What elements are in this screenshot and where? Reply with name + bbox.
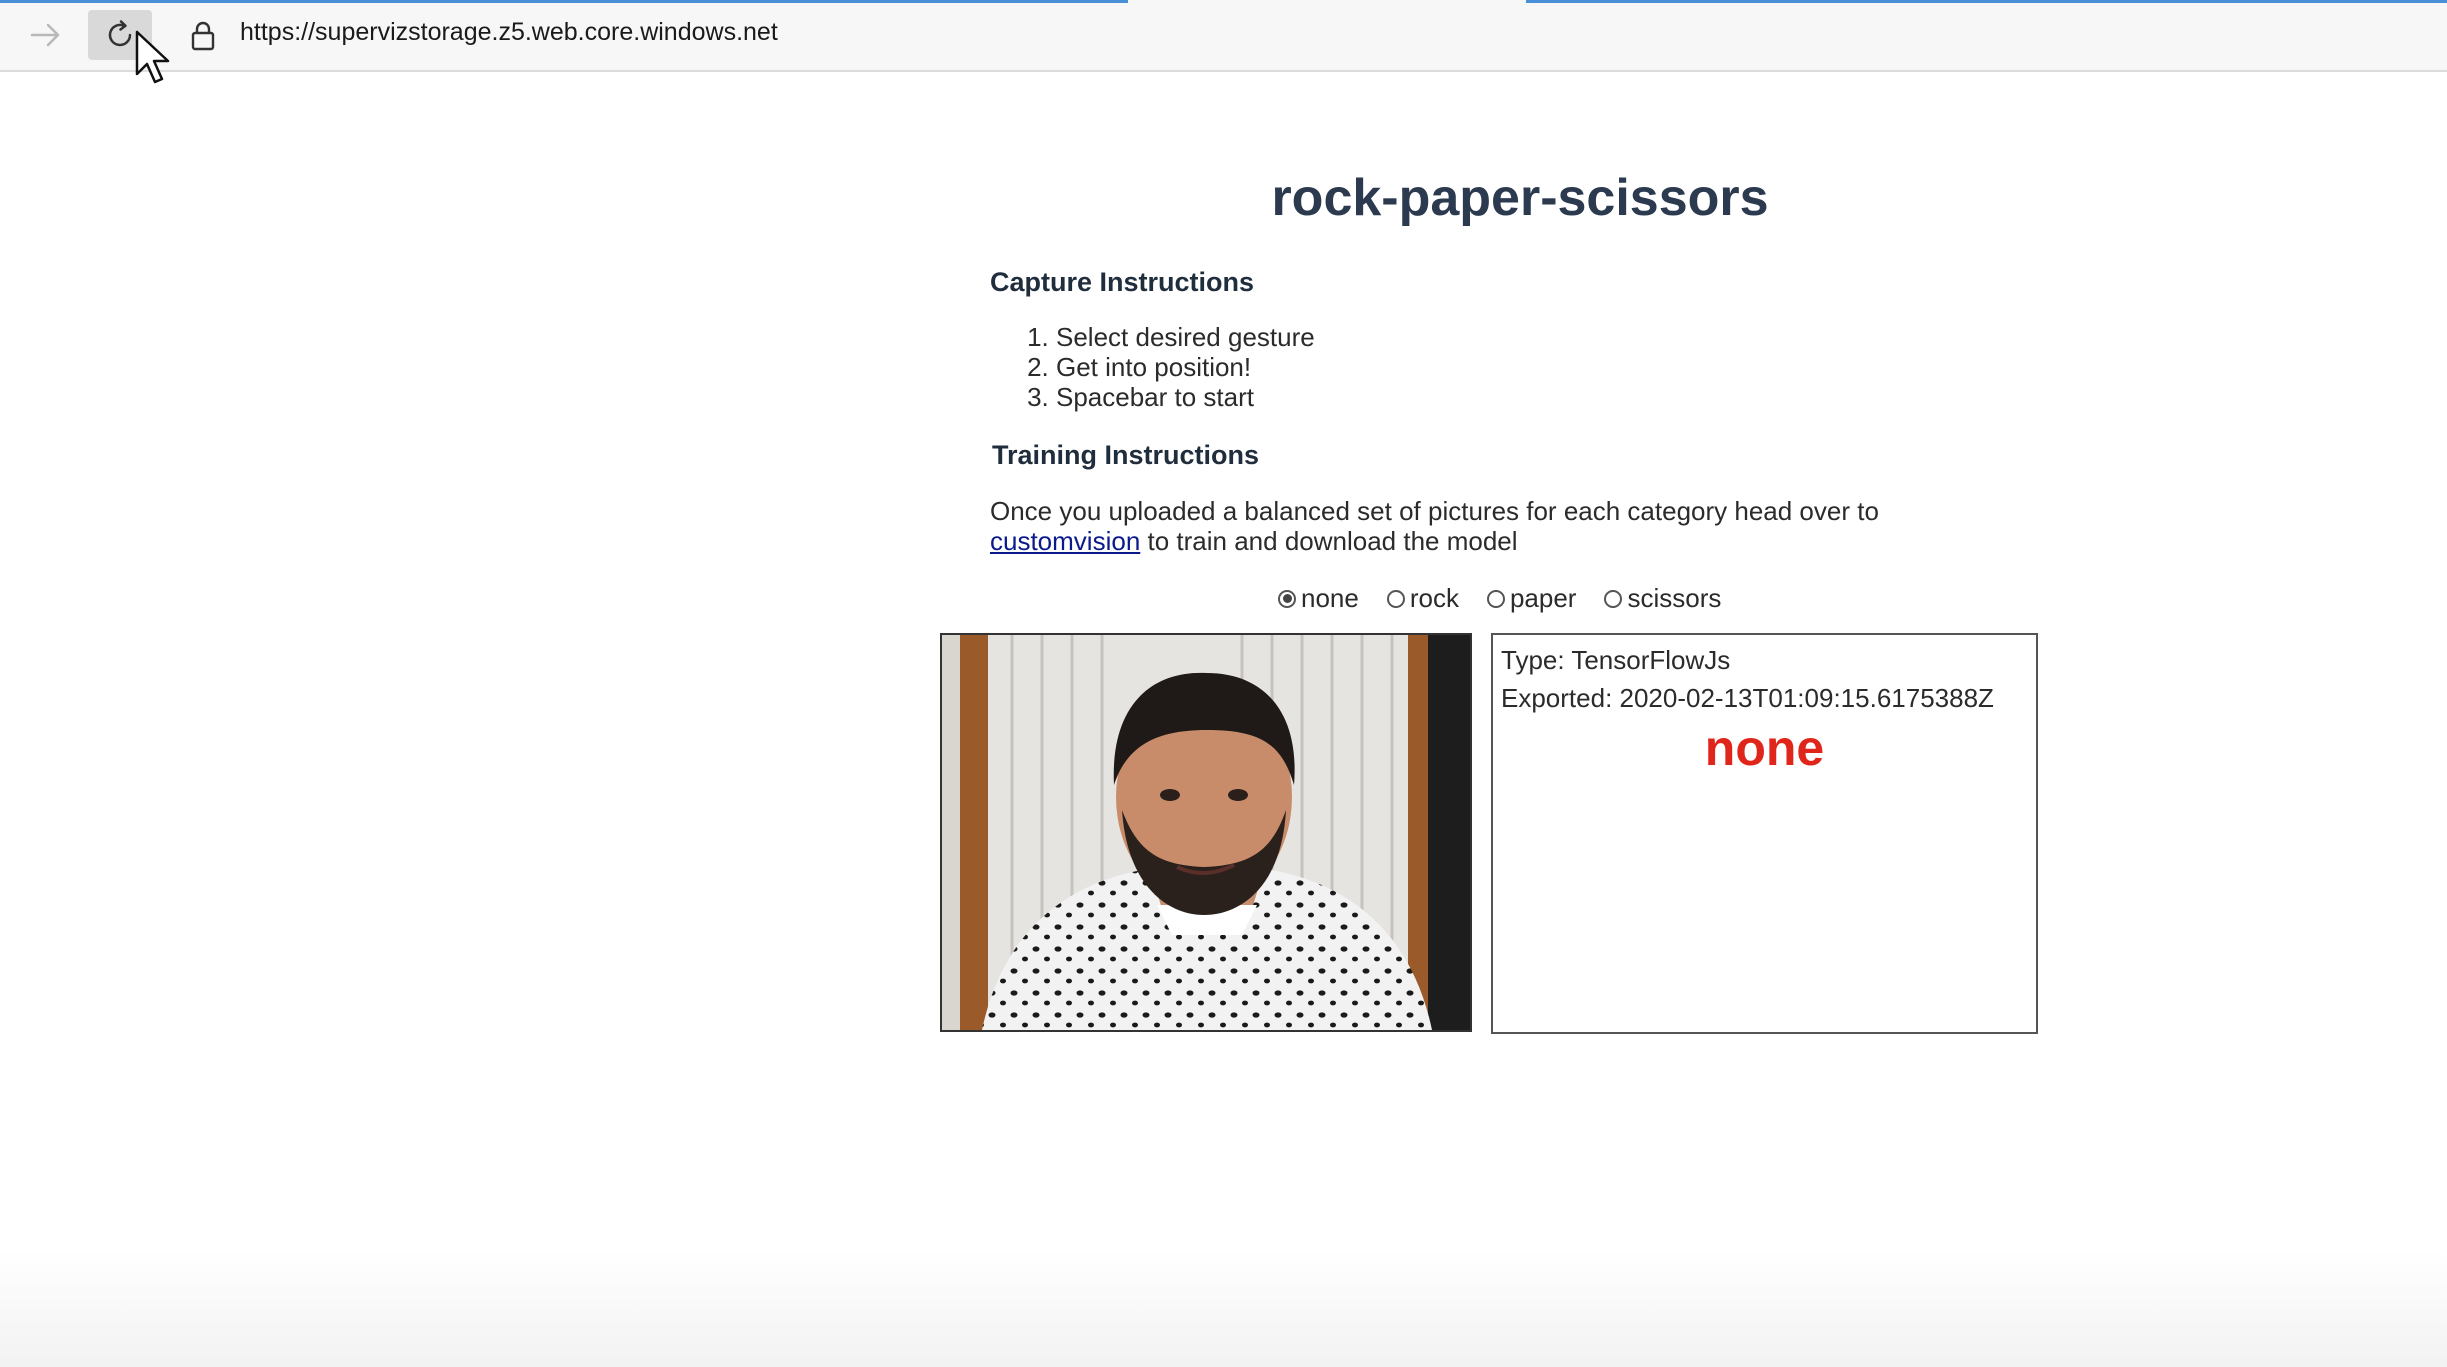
page-bottom-fade — [0, 1250, 2447, 1367]
gesture-option-paper[interactable]: paper — [1486, 583, 1577, 614]
page-title: rock-paper-scissors — [1271, 169, 1769, 227]
gesture-option-rock[interactable]: rock — [1386, 583, 1459, 614]
webcam-video-feed — [940, 633, 1472, 1032]
capture-instructions-heading: Capture Instructions — [990, 267, 1255, 297]
gesture-option-label: scissors — [1627, 583, 1722, 613]
page-load-progress-right — [1526, 0, 2447, 3]
radio-button[interactable] — [1604, 589, 1623, 608]
model-exported-date: Exported: 2020-02-13T01:09:15.6175388Z — [1501, 683, 1994, 713]
capture-steps-list: Select desired gesture Get into position… — [990, 322, 1315, 412]
radio-button[interactable] — [1386, 589, 1405, 608]
address-bar-url[interactable]: https://supervizstorage.z5.web.core.wind… — [240, 18, 778, 47]
lock-icon — [191, 21, 215, 51]
gesture-option-scissors[interactable]: scissors — [1604, 583, 1721, 614]
capture-step: Get into position! — [1056, 352, 1315, 382]
radio-button-selected[interactable] — [1278, 589, 1296, 608]
radio-button[interactable] — [1486, 589, 1505, 608]
refresh-icon — [108, 20, 132, 47]
capture-step: Select desired gesture — [1056, 322, 1315, 352]
page-load-progress — [0, 0, 1128, 3]
training-instructions-heading: Training Instructions — [992, 440, 1260, 470]
training-instructions-text: Once you uploaded a balanced set of pict… — [990, 496, 2030, 556]
gesture-radio-group: none rock paper scissors — [1278, 583, 1749, 614]
forward-button[interactable] — [14, 10, 78, 60]
gesture-option-none[interactable]: none — [1278, 583, 1359, 614]
training-text-after: to train and download the model — [1147, 526, 1518, 556]
prediction-label: none — [1704, 720, 1825, 776]
gesture-option-label: rock — [1409, 583, 1459, 613]
webcam-frame-illustration — [942, 635, 1470, 1030]
browser-toolbar: https://supervizstorage.z5.web.core.wind… — [0, 0, 2447, 72]
training-text-before: Once you uploaded a balanced set of pict… — [990, 496, 1879, 526]
model-result-panel: Type: TensorFlowJs Exported: 2020-02-13T… — [1491, 633, 2038, 1034]
model-type: Type: TensorFlowJs — [1501, 645, 1731, 675]
mouse-cursor-icon — [135, 30, 170, 84]
forward-arrow-icon — [30, 23, 60, 47]
gesture-option-label: none — [1301, 583, 1359, 613]
customvision-link[interactable]: customvision — [990, 526, 1140, 556]
gesture-option-label: paper — [1509, 583, 1577, 613]
capture-step: Spacebar to start — [1056, 382, 1315, 412]
radio-selected-dot — [1282, 594, 1292, 603]
